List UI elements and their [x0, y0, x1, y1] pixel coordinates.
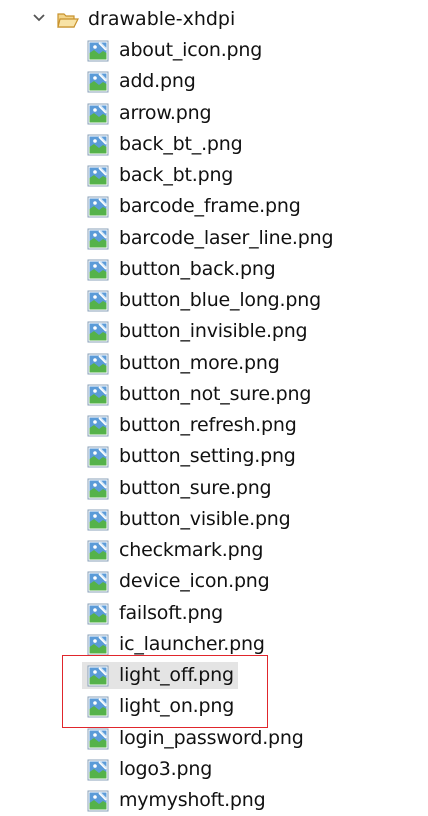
file-item[interactable]: button_more.png	[0, 348, 428, 379]
file-item[interactable]: arrow.png	[0, 98, 428, 129]
image-file-icon	[87, 790, 109, 812]
file-name-label: logo3.png	[119, 757, 213, 780]
image-file-icon	[87, 634, 109, 656]
file-name-label: button_sure.png	[119, 476, 272, 499]
file-item[interactable]: device_icon.png	[0, 566, 428, 597]
image-file-icon	[87, 228, 109, 250]
file-name-label: button_not_sure.png	[119, 382, 312, 405]
file-item[interactable]: button_visible.png	[0, 504, 428, 535]
file-name-label: failsoft.png	[119, 601, 224, 624]
file-item[interactable]: button_not_sure.png	[0, 379, 428, 410]
file-list: about_icon.png add.png arrow.png back_bt…	[0, 35, 428, 816]
image-file-icon	[87, 384, 109, 406]
image-file-icon	[87, 259, 109, 281]
file-item[interactable]: light_off.png	[0, 660, 428, 691]
file-item[interactable]: about_icon.png	[0, 35, 428, 66]
file-item[interactable]: button_setting.png	[0, 441, 428, 472]
file-name-label: button_blue_long.png	[119, 289, 321, 311]
file-name-label: button_setting.png	[119, 445, 296, 468]
image-file-icon	[87, 696, 109, 718]
file-item[interactable]: ic_launcher.png	[0, 629, 428, 660]
file-item[interactable]: button_back.png	[0, 254, 428, 285]
file-item[interactable]: logo3.png	[0, 754, 428, 785]
file-item[interactable]: barcode_frame.png	[0, 191, 428, 222]
folder-open-icon	[57, 13, 79, 28]
file-item[interactable]: add.png	[0, 66, 428, 97]
file-name-label: button_back.png	[119, 257, 276, 280]
file-name-label: barcode_frame.png	[119, 195, 301, 218]
image-file-icon	[87, 446, 109, 468]
image-file-icon	[87, 478, 109, 500]
file-name-label: checkmark.png	[119, 539, 264, 561]
image-file-icon	[87, 603, 109, 625]
file-name-label: about_icon.png	[119, 39, 263, 61]
file-name-label: light_off.png	[119, 664, 234, 686]
image-file-icon	[87, 728, 109, 750]
file-name-label: button_visible.png	[119, 507, 291, 530]
file-name-label: add.png	[119, 70, 196, 93]
file-item[interactable]: login_password.png	[0, 723, 428, 754]
file-name-label: button_invisible.png	[119, 320, 308, 343]
chevron-down-icon[interactable]	[32, 11, 46, 25]
file-name-label: login_password.png	[119, 726, 304, 749]
file-name-label: arrow.png	[119, 101, 212, 124]
file-name-label: back_bt_.png	[119, 132, 243, 155]
file-item[interactable]: barcode_laser_line.png	[0, 223, 428, 254]
image-file-icon	[87, 540, 109, 562]
image-file-icon	[87, 290, 109, 312]
file-item[interactable]: checkmark.png	[0, 535, 428, 566]
file-item[interactable]: button_refresh.png	[0, 410, 428, 441]
file-item[interactable]: back_bt_.png	[0, 129, 428, 160]
file-name-label: barcode_laser_line.png	[119, 226, 334, 249]
image-file-icon	[87, 509, 109, 531]
image-file-icon	[87, 665, 109, 687]
image-file-icon	[87, 71, 109, 93]
file-item[interactable]: failsoft.png	[0, 598, 428, 629]
file-item[interactable]: back_bt.png	[0, 160, 428, 191]
folder-row-drawable-xhdpi[interactable]: drawable-xhdpi	[0, 4, 300, 34]
file-name-label: light_on.png	[119, 695, 235, 718]
image-file-icon	[87, 196, 109, 218]
image-file-icon	[87, 165, 109, 187]
image-file-icon	[87, 103, 109, 125]
image-file-icon	[87, 759, 109, 781]
file-name-label: ic_launcher.png	[119, 632, 265, 655]
image-file-icon	[87, 40, 109, 62]
file-item[interactable]: button_invisible.png	[0, 316, 428, 347]
file-name-label: mymyshoft.png	[119, 789, 266, 811]
file-item[interactable]: button_blue_long.png	[0, 285, 428, 316]
image-file-icon	[87, 134, 109, 156]
folder-label: drawable-xhdpi	[88, 8, 236, 30]
file-name-label: device_icon.png	[119, 570, 270, 593]
image-file-icon	[87, 353, 109, 375]
file-name-label: button_more.png	[119, 351, 280, 374]
file-name-label: back_bt.png	[119, 164, 234, 186]
file-name-label: button_refresh.png	[119, 414, 297, 436]
file-item[interactable]: mymyshoft.png	[0, 785, 428, 816]
image-file-icon	[87, 571, 109, 593]
file-item[interactable]: button_sure.png	[0, 473, 428, 504]
project-explorer-tree: drawable-xhdpi about_icon.png add.png ar…	[0, 0, 428, 814]
image-file-icon	[87, 415, 109, 437]
file-item[interactable]: light_on.png	[0, 691, 428, 722]
image-file-icon	[87, 321, 109, 343]
